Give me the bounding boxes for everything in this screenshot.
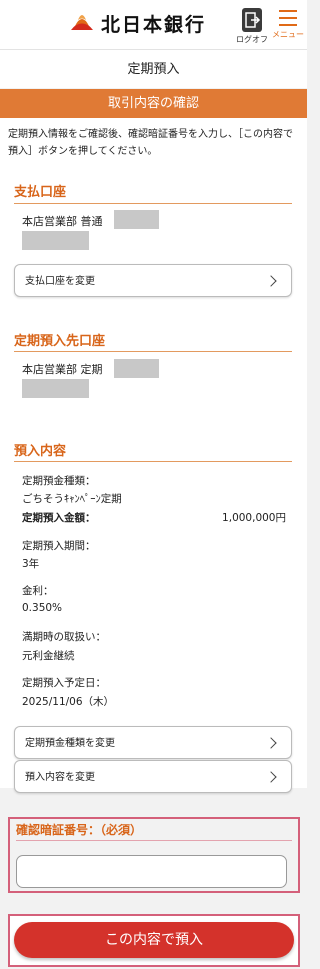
logout-label: ログオフ <box>236 35 268 44</box>
deposit-account-title: 定期預入先口座 <box>14 334 106 349</box>
pin-title: 確認暗証番号：（必須） <box>16 823 143 837</box>
masked-account-name <box>22 231 89 250</box>
submit-deposit-button[interactable]: この内容で預入 <box>14 922 294 958</box>
logout-icon <box>242 8 262 32</box>
masked-account-number <box>114 210 159 229</box>
deposit-details-title: 預入内容 <box>14 444 67 459</box>
deposit-amount-label: 定期預入金額： <box>22 512 96 524</box>
payment-account-title: 支払口座 <box>14 185 67 200</box>
app-header: 北日本銀行 ログオフ メニュー <box>0 0 307 50</box>
chevron-right-icon <box>265 771 277 783</box>
change-payment-account-button[interactable]: 支払口座を変更 <box>14 264 292 297</box>
section-divider <box>14 351 292 352</box>
bank-name: 北日本銀行 <box>101 13 207 36</box>
section-divider <box>14 461 292 462</box>
interest-rate-value: 0.350% <box>22 602 63 614</box>
hamburger-icon <box>279 10 297 26</box>
confirmation-card: 定期預入情報をご確認後、確認暗証番号を入力し、［この内容で預入］ボタンを押してく… <box>0 118 307 793</box>
pin-divider <box>16 840 292 841</box>
bank-logo-icon <box>69 10 95 36</box>
change-deposit-details-button[interactable]: 預入内容を変更 <box>14 760 292 793</box>
deposit-date-value: 2025/11/06（木） <box>22 696 115 708</box>
change-deposit-type-label: 定期預金種類を変更 <box>25 738 115 749</box>
deposit-type-value: ごちそうｷｬﾝﾍﾟｰﾝ定期 <box>22 493 122 505</box>
maturity-handling-label: 満期時の取扱い： <box>22 631 106 643</box>
masked-account-name <box>22 379 89 398</box>
deposit-period-value: 3年 <box>22 558 40 570</box>
step-banner: 取引内容の確認 <box>0 89 307 118</box>
section-divider <box>14 203 292 204</box>
deposit-period-label: 定期預入期間： <box>22 540 96 552</box>
deposit-type-label: 定期預金種類： <box>22 475 96 487</box>
menu-button[interactable]: メニュー <box>271 10 305 40</box>
page-title: 定期預入 <box>0 50 307 88</box>
menu-label: メニュー <box>272 30 304 39</box>
logout-button[interactable]: ログオフ <box>236 8 268 45</box>
payment-account-text: 本店営業部 普通 <box>22 215 103 228</box>
maturity-handling-value: 元利金継続 <box>22 650 75 662</box>
deposit-account-text: 本店営業部 定期 <box>22 363 103 376</box>
interest-rate-label: 金利： <box>22 585 54 597</box>
deposit-date-label: 定期預入予定日： <box>22 677 106 689</box>
chevron-right-icon <box>265 275 277 287</box>
intro-text: 定期預入情報をご確認後、確認暗証番号を入力し、［この内容で預入］ボタンを押してく… <box>8 129 293 157</box>
masked-account-number <box>114 359 159 378</box>
chevron-right-icon <box>265 737 277 749</box>
bank-logo: 北日本銀行 <box>69 10 206 36</box>
confirmation-pin-input[interactable] <box>16 855 287 888</box>
change-deposit-type-button[interactable]: 定期預金種類を変更 <box>14 726 292 759</box>
change-deposit-details-label: 預入内容を変更 <box>25 772 95 783</box>
change-payment-account-label: 支払口座を変更 <box>25 276 95 287</box>
deposit-amount-value: 1,000,000円 <box>222 512 286 524</box>
